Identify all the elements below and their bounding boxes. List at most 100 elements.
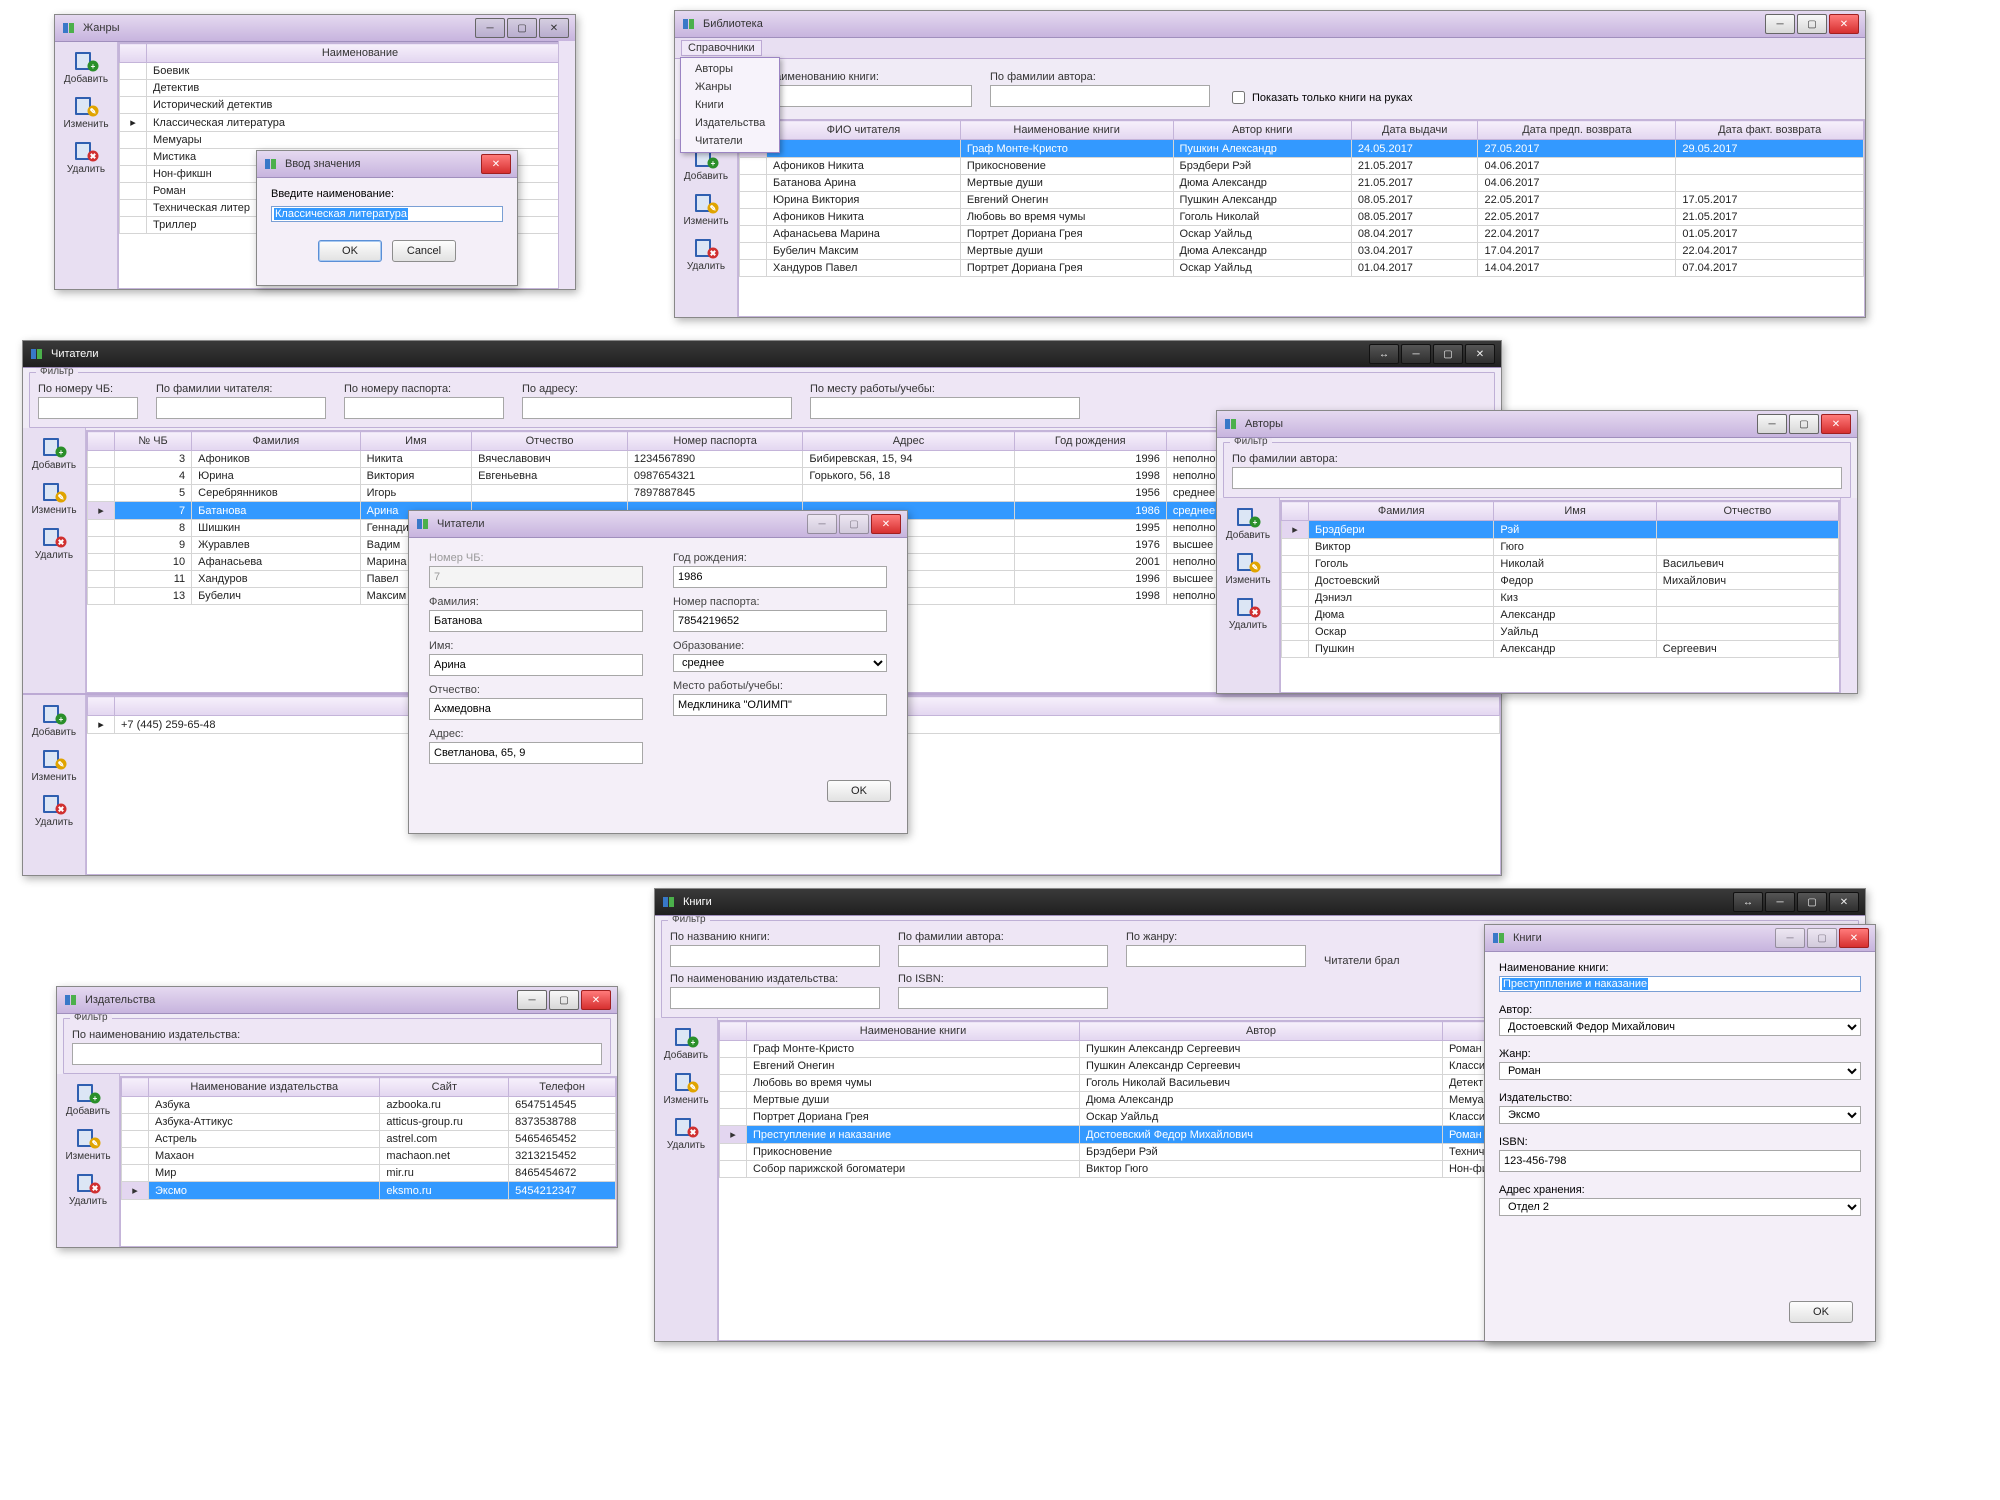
sidebar-delete[interactable]: ✖Удалить: [1217, 592, 1279, 635]
sidebar-edit[interactable]: ✎Изменить: [655, 1067, 717, 1110]
titlebar[interactable]: Читатели ─ ▢ ✕: [409, 511, 907, 538]
titlebar[interactable]: Жанры ─ ▢ ✕: [55, 15, 575, 42]
titlebar[interactable]: Издательства ─ ▢ ✕: [57, 987, 617, 1014]
minimize-button[interactable]: ─: [517, 990, 547, 1010]
close-button[interactable]: ✕: [481, 154, 511, 174]
menu-root[interactable]: Справочники: [681, 40, 762, 56]
sidebar-delete[interactable]: ✖Удалить: [655, 1112, 717, 1155]
table-row[interactable]: Батанова АринаМертвые душиДюма Александр…: [740, 175, 1864, 192]
books-filter-isbn[interactable]: [898, 987, 1108, 1009]
close-button[interactable]: ✕: [581, 990, 611, 1010]
close-button[interactable]: ✕: [1465, 344, 1495, 364]
filter-passport[interactable]: [344, 397, 504, 419]
work-input[interactable]: [673, 694, 887, 716]
close-button[interactable]: ✕: [1829, 14, 1859, 34]
table-row[interactable]: ОскарУайльд: [1282, 624, 1839, 641]
table-row[interactable]: Афоников НикитаЛюбовь во время чумыГогол…: [740, 209, 1864, 226]
table-row[interactable]: Юрина ВикторияЕвгений ОнегинПушкин Алекс…: [740, 192, 1864, 209]
sidebar-edit[interactable]: ✎Изменить: [23, 477, 85, 520]
maximize-button[interactable]: ▢: [507, 18, 537, 38]
sidebar-delete[interactable]: ✖Удалить: [23, 522, 85, 565]
author-filter-input[interactable]: [1232, 467, 1842, 489]
table-row[interactable]: Мирmir.ru8465454672: [122, 1165, 616, 1182]
cancel-button[interactable]: Cancel: [392, 240, 456, 262]
filter-author-input[interactable]: [990, 85, 1210, 107]
publisher-select[interactable]: Эксмо: [1499, 1106, 1861, 1124]
name-input[interactable]: [429, 654, 643, 676]
table-row[interactable]: ДостоевскийФедорМихайлович: [1282, 573, 1839, 590]
ok-button[interactable]: OK: [827, 780, 891, 802]
sidebar-edit[interactable]: ✎Изменить: [1217, 547, 1279, 590]
minimize-button[interactable]: ─: [475, 18, 505, 38]
book-name-input[interactable]: Преступпление и наказание: [1502, 978, 1648, 990]
publisher-filter-input[interactable]: [72, 1043, 602, 1065]
sidebar-edit[interactable]: ✎Изменить: [57, 1123, 119, 1166]
titlebar[interactable]: Библиотека ─ ▢ ✕: [675, 11, 1865, 38]
filter-surname[interactable]: [156, 397, 326, 419]
author-select[interactable]: Достоевский Федор Михайлович: [1499, 1018, 1861, 1036]
genre-cell[interactable]: Детектив: [147, 80, 574, 97]
patronymic-input[interactable]: [429, 698, 643, 720]
table-row[interactable]: Астрельastrel.com5465465452: [122, 1131, 616, 1148]
minimize-button[interactable]: ─: [1765, 892, 1795, 912]
minimize-button[interactable]: ─: [1401, 344, 1431, 364]
minimize-button[interactable]: ─: [1765, 14, 1795, 34]
surname-input[interactable]: [429, 610, 643, 632]
filter-work[interactable]: [810, 397, 1080, 419]
menubar[interactable]: Справочники: [675, 38, 1865, 59]
table-row[interactable]: Бубелич МаксимМертвые душиДюма Александр…: [740, 243, 1864, 260]
table-row[interactable]: Махаонmachaon.net3213215452: [122, 1148, 616, 1165]
publishers-table[interactable]: Наименование издательстваСайтТелефонАзбу…: [121, 1077, 616, 1200]
passport-input[interactable]: [673, 610, 887, 632]
sidebar-add[interactable]: +Добавить: [1217, 502, 1279, 545]
sidebar-edit[interactable]: ✎Изменить: [675, 188, 737, 231]
table-row[interactable]: ГогольНиколайВасильевич: [1282, 556, 1839, 573]
genre-cell[interactable]: Классическая литература: [147, 114, 574, 132]
authors-table[interactable]: ФамилияИмяОтчество▸БрэдбериРэйВикторГюго…: [1281, 501, 1839, 658]
maximize-button[interactable]: ▢: [1789, 414, 1819, 434]
minimize-button[interactable]: ─: [1757, 414, 1787, 434]
genre-cell[interactable]: Боевик: [147, 63, 574, 80]
library-table[interactable]: ФИО читателяНаименование книгиАвтор книг…: [739, 120, 1864, 277]
sidebar-edit[interactable]: ✎Изменить: [23, 744, 85, 787]
books-filter-author[interactable]: [898, 945, 1108, 967]
sidebar-add[interactable]: +Добавить: [57, 1078, 119, 1121]
sidebar-delete[interactable]: ✖Удалить: [23, 789, 85, 832]
table-row[interactable]: ПушкинАлександрСергеевич: [1282, 641, 1839, 658]
close-button[interactable]: ✕: [1839, 928, 1869, 948]
titlebar[interactable]: Ввод значения ✕: [257, 151, 517, 178]
sidebar-delete[interactable]: ✖Удалить: [675, 233, 737, 276]
table-row[interactable]: Афоников НикитаПрикосновениеБрэдбери Рэй…: [740, 158, 1864, 175]
education-select[interactable]: среднее: [673, 654, 887, 672]
sidebar-delete[interactable]: ✖Удалить: [55, 136, 117, 179]
table-row[interactable]: ▸Граф Монте-КристоПушкин Александр24.05.…: [740, 140, 1864, 158]
sidebar-add[interactable]: +Добавить: [55, 46, 117, 89]
close-button[interactable]: ✕: [1821, 414, 1851, 434]
maximize-button[interactable]: ▢: [1433, 344, 1463, 364]
sidebar-delete[interactable]: ✖Удалить: [57, 1168, 119, 1211]
storage-select[interactable]: Отдел 2: [1499, 1198, 1861, 1216]
table-row[interactable]: ▸Эксмоeksmo.ru5454212347: [122, 1182, 616, 1200]
table-row[interactable]: Азбукаazbooka.ru6547514545: [122, 1097, 616, 1114]
ok-button[interactable]: OK: [1789, 1301, 1853, 1323]
maximize-button[interactable]: ▢: [1797, 892, 1827, 912]
menu-item[interactable]: Читатели: [681, 132, 779, 150]
titlebar[interactable]: Книги ↔ ─ ▢ ✕: [655, 889, 1865, 916]
books-filter-name[interactable]: [670, 945, 880, 967]
sidebar-add[interactable]: +Добавить: [23, 699, 85, 742]
genre-cell[interactable]: Мемуары: [147, 132, 574, 149]
titlebar[interactable]: Авторы ─ ▢ ✕: [1217, 411, 1857, 438]
close-button[interactable]: ✕: [539, 18, 569, 38]
menu-popup[interactable]: АвторыЖанрыКнигиИздательстваЧитатели: [680, 57, 780, 153]
move-button[interactable]: ↔: [1733, 892, 1763, 912]
close-button[interactable]: ✕: [871, 514, 901, 534]
books-filter-pub[interactable]: [670, 987, 880, 1009]
genres-input[interactable]: Классическая литература: [274, 208, 408, 220]
sidebar-add[interactable]: +Добавить: [23, 432, 85, 475]
maximize-button[interactable]: ▢: [1797, 14, 1827, 34]
genre-cell[interactable]: Исторический детектив: [147, 97, 574, 114]
table-row[interactable]: ВикторГюго: [1282, 539, 1839, 556]
genre-select[interactable]: Роман: [1499, 1062, 1861, 1080]
titlebar[interactable]: Читатели ↔ ─ ▢ ✕: [23, 341, 1501, 368]
ok-button[interactable]: OK: [318, 240, 382, 262]
